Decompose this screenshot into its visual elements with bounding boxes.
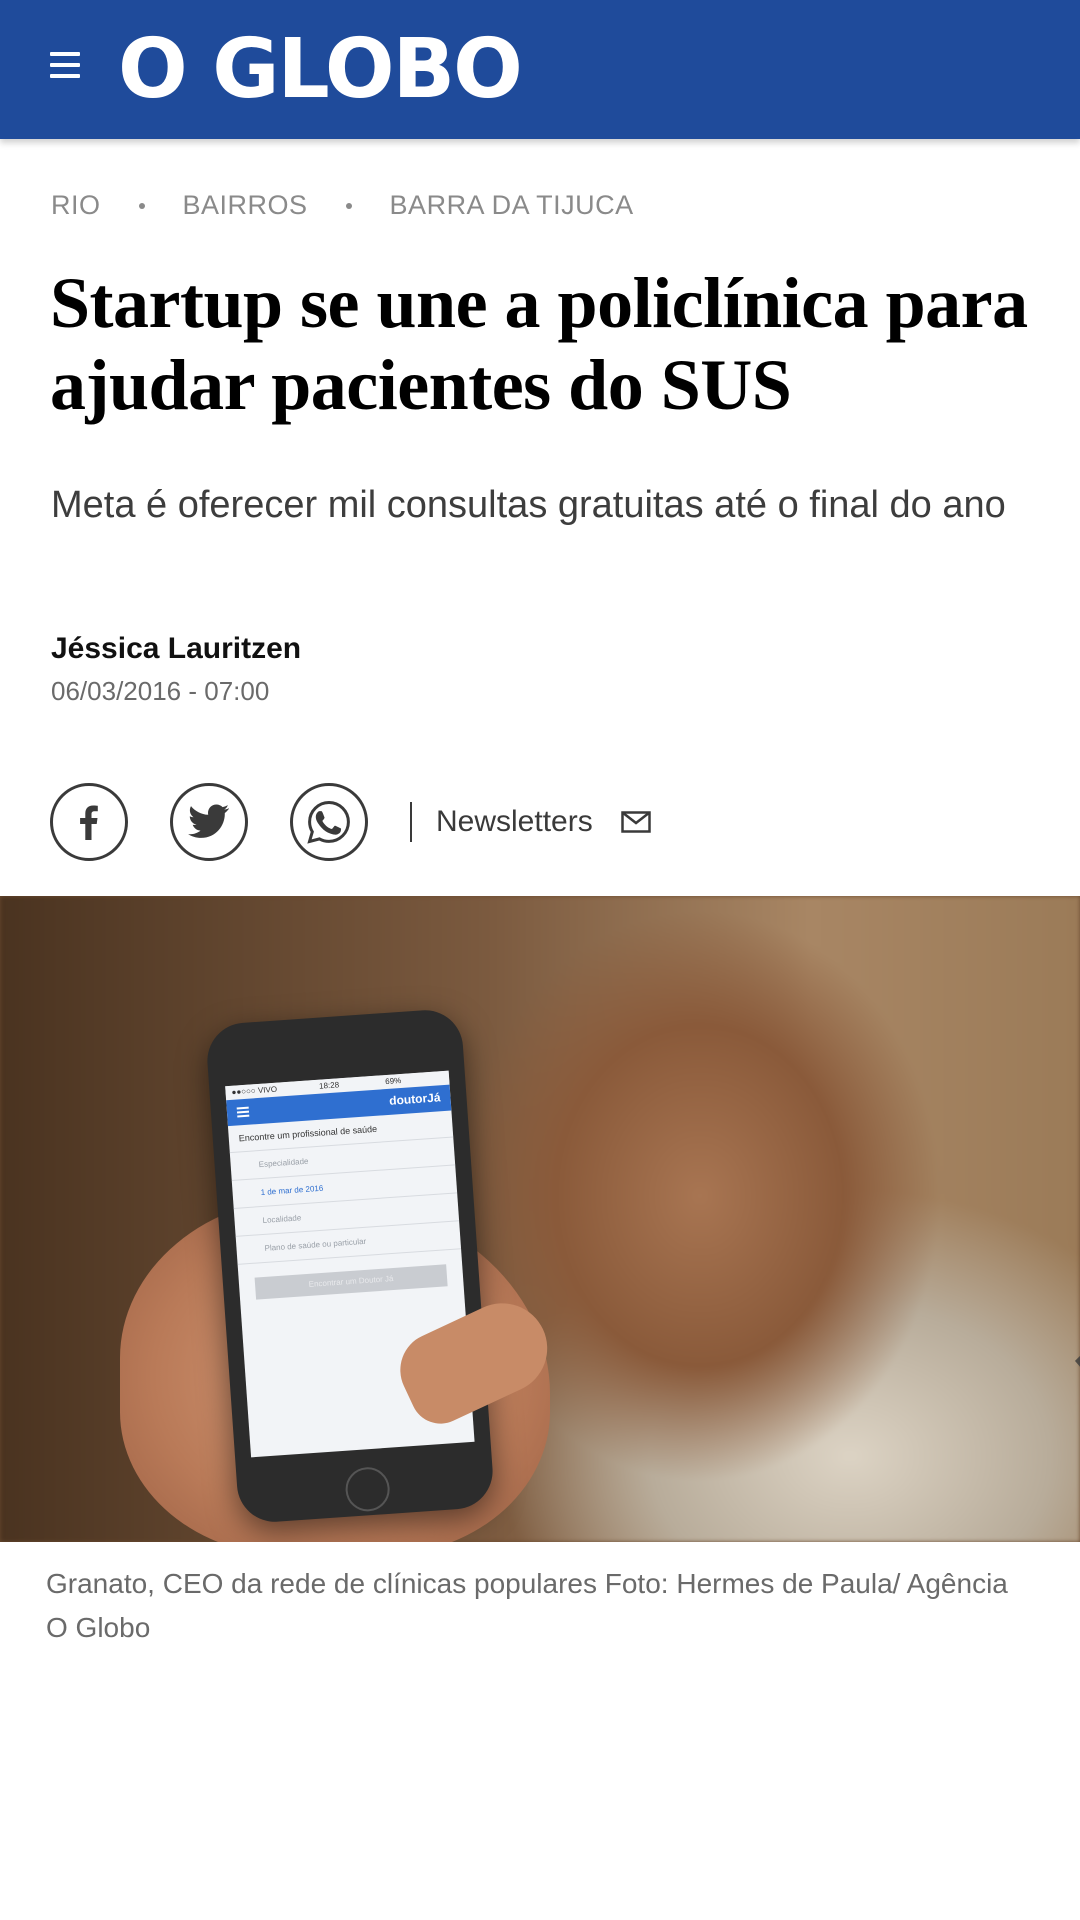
newsletters-label: Newsletters: [436, 805, 593, 838]
facebook-share-button[interactable]: [50, 783, 128, 861]
twitter-icon: [188, 804, 229, 838]
phone-home-button: [344, 1465, 392, 1513]
smartphone: ●●○○○ VIVO 18:28 69% doutorJá Encontre u…: [204, 1007, 496, 1525]
article-subheadline: Meta é oferecer mil consultas gratuitas …: [51, 484, 1006, 526]
facebook-icon: [80, 805, 98, 840]
photo-caption: Granato, CEO da rede de clínicas popular…: [46, 1568, 1008, 1643]
hamburger-menu-icon[interactable]: [46, 46, 86, 86]
article-page: O GLOBO RIO BAIRROS BARRA DA TIJUCA Star…: [0, 0, 1080, 1920]
phone-time: 18:28: [318, 1080, 340, 1091]
mail-icon: [620, 811, 651, 833]
breadcrumb: RIO BAIRROS BARRA DA TIJUCA: [51, 190, 634, 221]
phone-search-button: Encontrar um Doutor Já: [254, 1264, 448, 1300]
whatsapp-icon: [307, 800, 350, 844]
top-bar: O GLOBO: [0, 0, 1080, 139]
publish-timestamp: 06/03/2016 - 07:00: [51, 676, 270, 706]
phone-menu-icon: [236, 1106, 249, 1110]
whatsapp-share-button[interactable]: [290, 783, 368, 861]
author-name[interactable]: Jéssica Lauritzen: [51, 632, 301, 666]
phone-app-brand: doutorJá: [388, 1090, 441, 1108]
twitter-share-button[interactable]: [170, 783, 248, 861]
breadcrumb-item-rio[interactable]: RIO: [51, 190, 101, 221]
share-divider: [410, 802, 412, 842]
article-photo[interactable]: ●●○○○ VIVO 18:28 69% doutorJá Encontre u…: [0, 896, 1080, 1542]
breadcrumb-item-bairros[interactable]: BAIRROS: [183, 190, 308, 221]
phone-carrier: ●●○○○ VIVO: [231, 1084, 278, 1097]
breadcrumb-separator: [138, 202, 145, 209]
phone-battery: 69%: [384, 1075, 402, 1087]
article-headline: Startup se une a policlínica para ajudar…: [50, 263, 1028, 425]
share-bar: Newsletters: [50, 783, 651, 861]
breadcrumb-item-barra-da-tijuca[interactable]: BARRA DA TIJUCA: [390, 190, 634, 221]
site-logo[interactable]: O GLOBO: [118, 22, 523, 118]
phone-search-button-label: Encontrar um Doutor Já: [308, 1274, 394, 1289]
newsletters-link[interactable]: Newsletters: [436, 805, 651, 839]
breadcrumb-separator: [345, 202, 352, 209]
